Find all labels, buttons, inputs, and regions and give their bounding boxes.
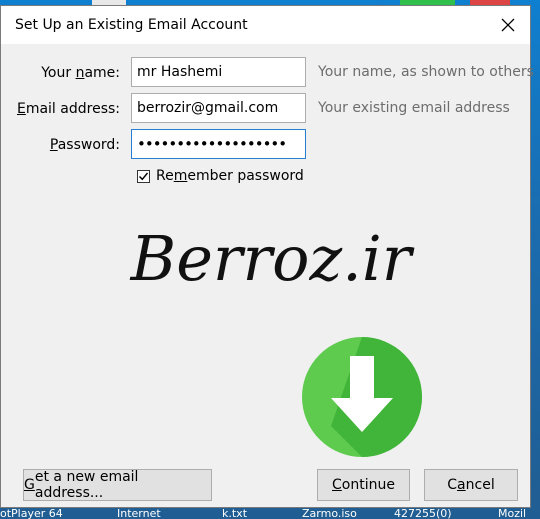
cancel-button[interactable]: Ca ncel — [424, 469, 518, 501]
desktop-label: Internet — [117, 508, 161, 519]
close-button[interactable] — [486, 6, 530, 44]
email-field[interactable] — [131, 93, 306, 123]
desktop-label: Zarmo.iso — [302, 508, 357, 519]
name-field[interactable] — [131, 57, 306, 87]
continue-button[interactable]: Continue — [317, 469, 410, 501]
password-field[interactable]: ••••••••••••••••••• — [131, 129, 306, 159]
desktop-labels: otPlayer 64 Internet k.txt Zarmo.iso 427… — [0, 508, 540, 519]
account-setup-dialog: Set Up an Existing Email Account Your na… — [0, 5, 534, 508]
name-label: Your name: — [41, 65, 120, 81]
watermark-text: Berroz.ir — [130, 222, 415, 295]
desktop-label: 427255(0) — [394, 508, 452, 519]
title-bar[interactable]: Set Up an Existing Email Account — [1, 6, 530, 44]
dialog-title: Set Up an Existing Email Account — [15, 17, 248, 33]
get-new-email-button[interactable]: Get a new email address... — [23, 469, 212, 501]
remember-password-option[interactable]: Remember password — [137, 168, 304, 184]
checkmark-icon — [139, 172, 149, 180]
email-label: Email address: — [16, 101, 120, 117]
password-label: Password: — [49, 137, 120, 153]
remember-password-label: Remember password — [156, 168, 304, 184]
desktop-label: otPlayer 64 — [0, 508, 63, 519]
download-icon — [302, 337, 422, 457]
name-hint: Your name, as shown to others — [318, 64, 534, 80]
email-hint: Your existing email address — [318, 100, 510, 116]
watermark-logo: Berroz.ir — [130, 222, 415, 295]
remember-password-checkbox[interactable] — [137, 169, 150, 183]
password-mask: ••••••••••••••••••• — [137, 135, 287, 153]
desktop-label: k.txt — [222, 508, 248, 519]
desktop-label: Mozil — [498, 508, 527, 519]
close-icon — [501, 18, 515, 32]
